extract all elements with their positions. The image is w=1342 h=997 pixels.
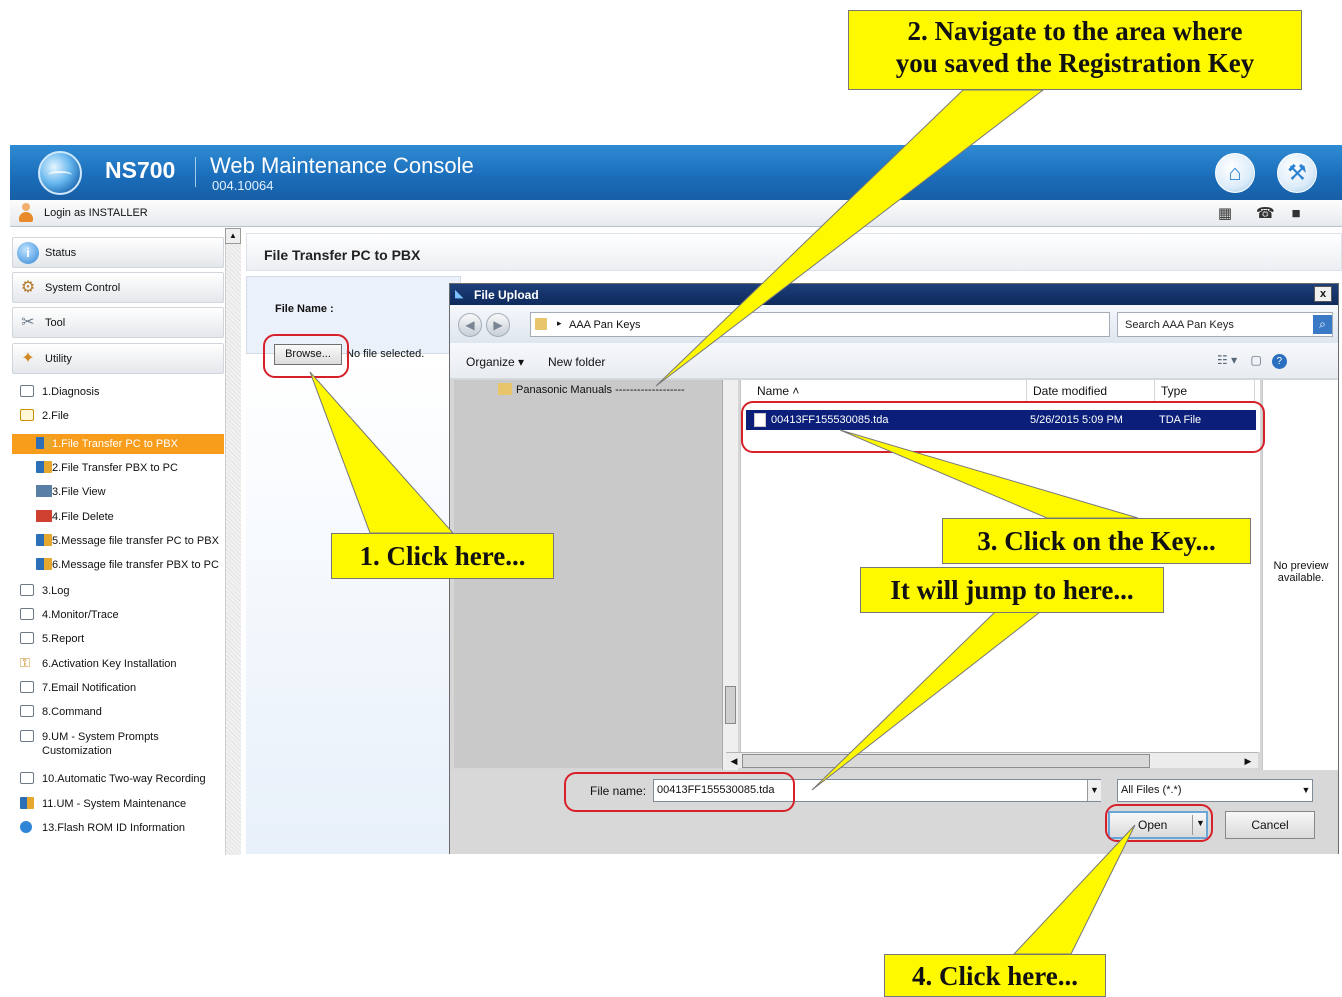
callout-step3: 3. Click on the Key... bbox=[942, 518, 1251, 564]
callout-step2: 2. Navigate to the area where you saved … bbox=[848, 10, 1302, 90]
callout-step1: 1. Click here... bbox=[331, 533, 554, 579]
callout-jump: It will jump to here... bbox=[860, 567, 1164, 613]
pointer-jump bbox=[811, 611, 1042, 791]
pointer-step1 bbox=[309, 371, 455, 534]
pointer-step2 bbox=[655, 89, 1045, 387]
callout-step4: 4. Click here... bbox=[884, 954, 1106, 997]
pointer-step4 bbox=[1012, 824, 1136, 955]
pointer-step3 bbox=[839, 429, 1139, 519]
callout-pointers bbox=[309, 89, 1139, 955]
